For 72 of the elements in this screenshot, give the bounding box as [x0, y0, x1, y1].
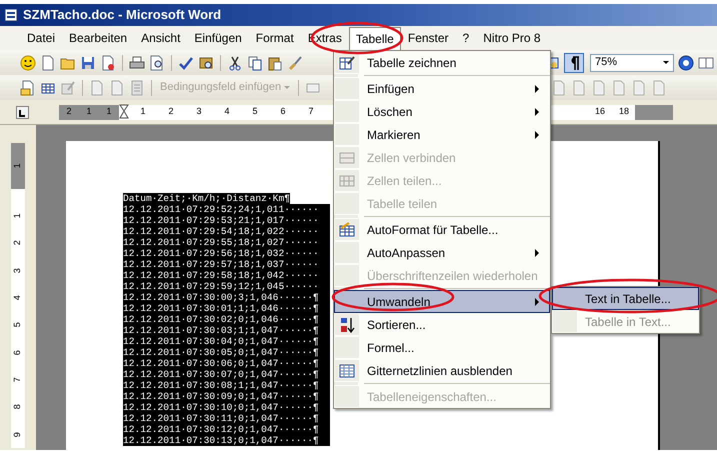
window-title: SZMTacho.doc - Microsoft Word [23, 6, 222, 24]
dropdown-arrow-icon [284, 86, 290, 89]
ruler-number: 1 [106, 105, 112, 118]
menu-item[interactable]: Einfügen [334, 77, 550, 100]
zoom-value: 75% [595, 55, 618, 70]
ruler-number: 2 [11, 240, 24, 246]
new-document-icon[interactable] [40, 54, 56, 70]
menu-item[interactable]: AutoAnpassen [334, 241, 550, 264]
save-icon[interactable] [80, 54, 96, 70]
ruler-number: 1 [86, 105, 92, 118]
ruler-number: 8 [11, 404, 24, 410]
grid-icon [339, 362, 355, 378]
ruler-number: 7 [307, 105, 314, 118]
magnifier-icon[interactable] [149, 54, 165, 70]
ruler-number: 6 [279, 105, 286, 118]
table-pencil-icon [339, 54, 355, 70]
envelope-document-icon[interactable] [20, 80, 36, 96]
dropdown-arrow-icon [663, 61, 669, 64]
tab-selector-button[interactable] [16, 106, 29, 118]
ruler-number: 6 [11, 350, 24, 355]
document-icon[interactable] [100, 54, 116, 70]
tab-stop-icon [17, 108, 26, 118]
zoom-combobox[interactable]: 75% [590, 54, 674, 72]
menu-item[interactable]: Nitro Pro 8 [476, 26, 548, 50]
ruler-number: 3 [11, 268, 24, 273]
menu-item[interactable]: Tabelle [348, 26, 401, 50]
menu-item[interactable]: Text in Tabelle... [552, 287, 699, 310]
menu-item[interactable]: ? [456, 26, 476, 50]
clipboard-icon[interactable] [267, 54, 283, 70]
menu-item[interactable]: Sortieren... [334, 313, 550, 336]
ruler-number: 3 [195, 105, 202, 118]
formatting-marks-button[interactable] [564, 52, 584, 72]
smiley-icon[interactable] [20, 54, 36, 70]
ruler-number: 16 [595, 105, 606, 118]
ruler-number: 7 [11, 377, 24, 382]
ruler-number: 2 [167, 105, 174, 118]
menu-item[interactable]: AutoFormat für Tabelle... [334, 218, 550, 241]
document-icon [4, 8, 18, 22]
ruler-number: 1 [11, 163, 24, 168]
menu-item[interactable]: Ansicht [134, 26, 188, 50]
printer-icon[interactable] [129, 54, 145, 70]
menu-item[interactable]: Datei [20, 26, 62, 50]
ruler-number: 9 [11, 432, 24, 437]
ruler-margin [635, 104, 673, 120]
ruler-number: 4 [223, 105, 230, 118]
ruler-number: 1 [11, 213, 24, 218]
menu-item[interactable]: Tabelle zeichnen [334, 51, 550, 74]
page-icon[interactable] [551, 80, 568, 96]
menu-item[interactable]: Formel... [334, 336, 550, 359]
copy-icon[interactable] [247, 54, 263, 70]
split-cells-icon [339, 172, 355, 188]
ruler-number: 2 [66, 105, 72, 118]
menu-item[interactable]: Gitternetzlinien ausblenden [334, 359, 550, 382]
ruler-number: 5 [11, 322, 24, 328]
menu-item[interactable]: Markieren [334, 123, 550, 146]
ruler-number: 5 [251, 105, 258, 118]
ruler-number: 1 [139, 105, 146, 118]
menu-item[interactable]: Fenster [400, 26, 456, 50]
menu-item[interactable]: Bearbeiten [62, 26, 134, 50]
menu-item[interactable]: Einfügen [187, 26, 249, 50]
menu-item[interactable]: Format [248, 26, 301, 50]
menu-item[interactable]: Löschen [334, 100, 550, 123]
table-format-icon [339, 222, 355, 238]
sort-icon [339, 316, 355, 332]
brush-icon[interactable] [287, 54, 303, 70]
dropdown-label: Bedingungsfeld einfügen [160, 80, 282, 96]
ruler-number: 4 [11, 295, 24, 300]
ruler-number: 18 [619, 105, 630, 118]
merge-cells-icon [339, 150, 355, 166]
scissors-icon[interactable] [227, 54, 243, 70]
spellcheck-icon[interactable] [178, 54, 194, 70]
menu-item[interactable]: Umwandeln [334, 290, 550, 313]
